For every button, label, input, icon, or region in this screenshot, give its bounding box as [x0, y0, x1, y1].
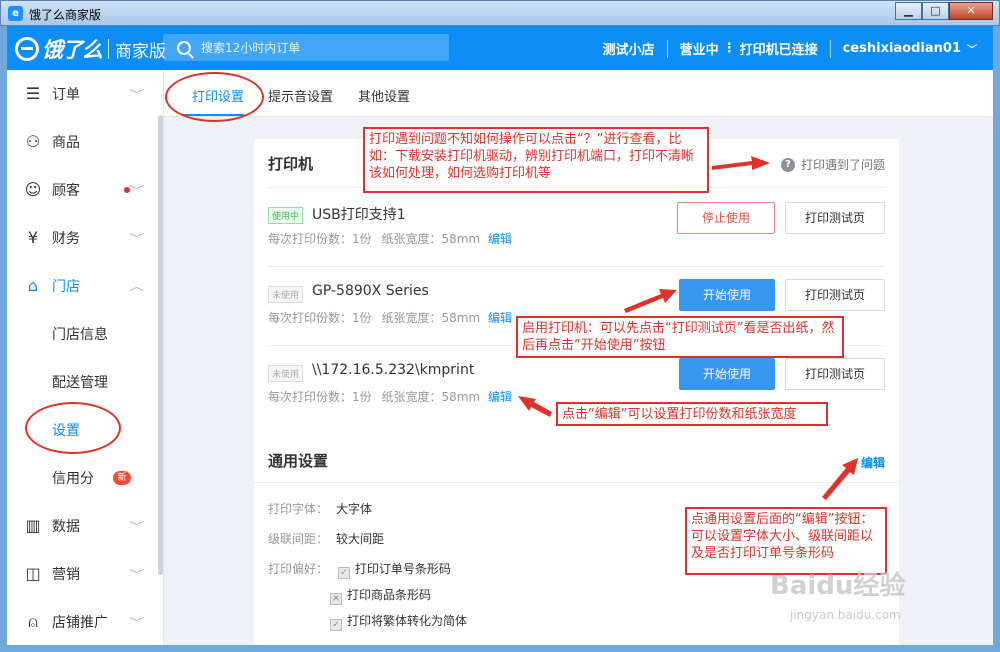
arrow-to-start	[624, 289, 677, 313]
annotation-arrows	[518, 156, 858, 500]
arrow-to-help	[712, 156, 770, 170]
arrow-to-general-edit	[822, 458, 858, 500]
watermark-url: jingyan.baidu.com	[790, 608, 901, 622]
watermark-logo: Baidu经验	[770, 571, 906, 601]
arrow-to-edit	[518, 396, 552, 417]
